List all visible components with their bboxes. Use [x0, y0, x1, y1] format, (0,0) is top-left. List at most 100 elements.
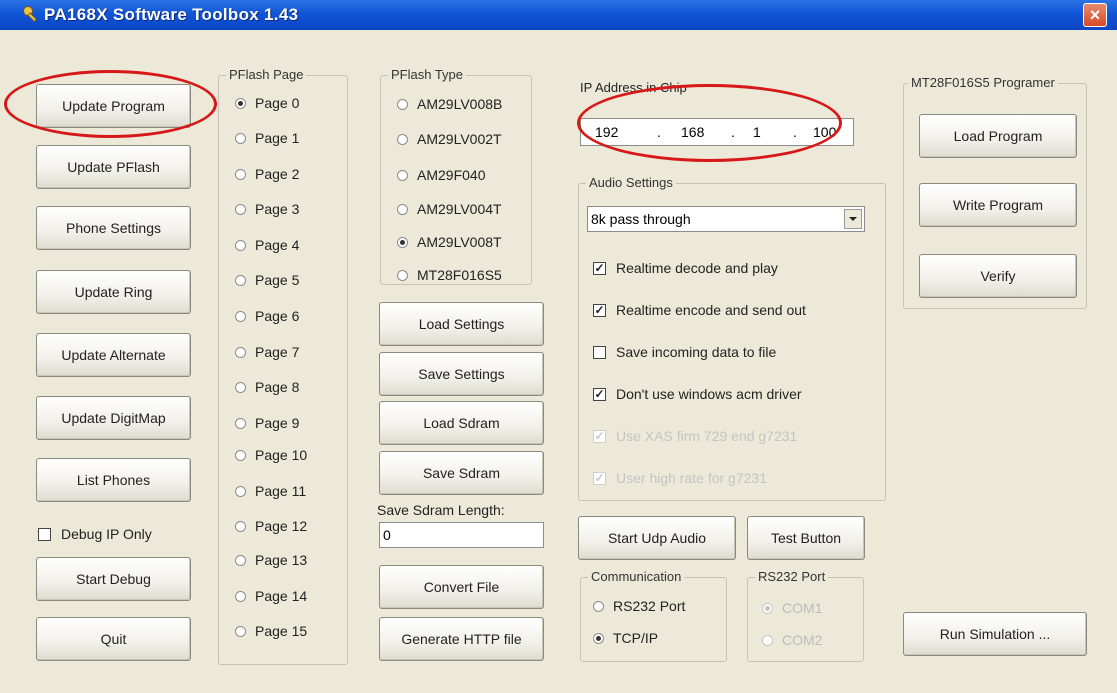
radio-dot[interactable] — [235, 625, 246, 637]
update-pflash-button[interactable]: Update PFlash — [36, 145, 191, 189]
check-icon[interactable]: ✓ — [593, 429, 606, 443]
ip-address-field[interactable]: 192 . 168 . 1 . 100 — [580, 118, 854, 146]
radio-dot[interactable] — [235, 485, 246, 497]
pflash-page-radio[interactable]: Page 10 — [235, 447, 307, 463]
pflash-type-radio[interactable]: AM29LV008B — [397, 96, 502, 112]
update-digitmap-button[interactable]: Update DigitMap — [36, 396, 191, 440]
ip-octet-1[interactable]: 192 — [595, 124, 618, 140]
com2-radio[interactable]: COM2 — [762, 632, 822, 648]
write-program-button[interactable]: Write Program — [919, 183, 1077, 227]
radio-dot[interactable] — [235, 274, 246, 286]
audio-mode-select[interactable]: 8k pass through — [587, 206, 865, 232]
radio-dot[interactable] — [235, 168, 246, 180]
pflash-page-radio[interactable]: Page 11 — [235, 483, 306, 499]
pflash-page-radio[interactable]: Page 13 — [235, 552, 307, 568]
radio-dot[interactable] — [762, 602, 773, 614]
pflash-page-radio[interactable]: Page 4 — [235, 237, 299, 253]
radio-dot[interactable] — [235, 132, 246, 144]
start-debug-button[interactable]: Start Debug — [36, 557, 191, 601]
pflash-page-radio[interactable]: Page 5 — [235, 272, 299, 288]
radio-dot[interactable] — [762, 634, 773, 646]
communication-group: Communication — [580, 569, 727, 662]
radio-dot[interactable] — [235, 381, 246, 393]
pflash-page-radio[interactable]: Page 12 — [235, 518, 307, 534]
com1-radio[interactable]: COM1 — [762, 600, 822, 616]
check-icon[interactable]: ✓ — [593, 303, 606, 317]
comm-tcpip-radio[interactable]: TCP/IP — [593, 630, 658, 646]
ip-octet-3[interactable]: 1 — [753, 124, 761, 140]
verify-button[interactable]: Verify — [919, 254, 1077, 298]
pflash-type-radio[interactable]: AM29LV008T — [397, 234, 502, 250]
update-ring-button[interactable]: Update Ring — [36, 270, 191, 314]
update-program-button[interactable]: Update Program — [36, 84, 191, 128]
pflash-type-radio[interactable]: AM29F040 — [397, 167, 485, 183]
radio-dot[interactable] — [235, 346, 246, 358]
audio-option-label: Save incoming data to file — [616, 344, 777, 360]
list-phones-button[interactable]: List Phones — [36, 458, 191, 502]
run-simulation-button[interactable]: Run Simulation ... — [903, 612, 1087, 656]
convert-file-button[interactable]: Convert File — [379, 565, 544, 609]
ip-octet-4[interactable]: 100 — [813, 124, 836, 140]
pflash-type-radio[interactable]: AM29LV002T — [397, 131, 502, 147]
radio-dot[interactable] — [593, 600, 604, 612]
chevron-down-icon[interactable] — [844, 209, 862, 229]
radio-dot[interactable] — [235, 203, 246, 215]
comm-rs232-label: RS232 Port — [613, 598, 686, 614]
load-program-button[interactable]: Load Program — [919, 114, 1077, 158]
check-icon[interactable]: ✓ — [593, 261, 606, 275]
pflash-page-radio[interactable]: Page 1 — [235, 130, 299, 146]
test-button[interactable]: Test Button — [747, 516, 865, 560]
pflash-page-radio[interactable]: Page 3 — [235, 201, 299, 217]
radio-dot[interactable] — [235, 310, 246, 322]
close-button[interactable]: × — [1083, 3, 1107, 27]
debug-ip-only-checkbox[interactable]: Debug IP Only — [38, 526, 152, 542]
load-settings-button[interactable]: Load Settings — [379, 302, 544, 346]
checkbox-box[interactable] — [38, 527, 51, 541]
audio-option-checkbox[interactable]: ✓ Use XAS firm 729 end g7231 — [593, 428, 797, 444]
comm-rs232-radio[interactable]: RS232 Port — [593, 598, 685, 614]
checkbox-box[interactable] — [593, 345, 606, 359]
radio-dot[interactable] — [397, 98, 408, 110]
quit-button[interactable]: Quit — [36, 617, 191, 661]
pflash-page-radio[interactable]: Page 8 — [235, 379, 299, 395]
pflash-page-radio[interactable]: Page 6 — [235, 308, 299, 324]
pflash-page-radio[interactable]: Page 2 — [235, 166, 299, 182]
pflash-type-radio[interactable]: AM29LV004T — [397, 201, 502, 217]
check-icon[interactable]: ✓ — [593, 387, 606, 401]
sdram-length-input[interactable]: 0 — [379, 522, 544, 548]
phone-settings-button[interactable]: Phone Settings — [36, 206, 191, 250]
pflash-page-radio[interactable]: Page 15 — [235, 623, 307, 639]
radio-dot[interactable] — [397, 169, 408, 181]
pflash-page-radio[interactable]: Page 9 — [235, 415, 299, 431]
radio-dot[interactable] — [235, 520, 246, 532]
radio-dot[interactable] — [235, 97, 246, 109]
audio-option-checkbox[interactable]: Save incoming data to file — [593, 344, 776, 360]
radio-dot[interactable] — [235, 417, 246, 429]
pflash-page-radio[interactable]: Page 14 — [235, 588, 307, 604]
radio-dot[interactable] — [593, 632, 604, 644]
audio-option-checkbox[interactable]: ✓ Realtime decode and play — [593, 260, 778, 276]
pflash-type-radio[interactable]: MT28F016S5 — [397, 267, 502, 283]
audio-option-checkbox[interactable]: ✓ User high rate for g7231 — [593, 470, 767, 486]
radio-dot[interactable] — [397, 203, 408, 215]
pflash-page-radio[interactable]: Page 7 — [235, 344, 299, 360]
radio-dot[interactable] — [397, 236, 408, 248]
sdram-length-label: Save Sdram Length: — [377, 502, 505, 518]
audio-option-checkbox[interactable]: ✓ Don't use windows acm driver — [593, 386, 802, 402]
radio-dot[interactable] — [235, 554, 246, 566]
save-settings-button[interactable]: Save Settings — [379, 352, 544, 396]
pflash-page-radio[interactable]: Page 0 — [235, 95, 299, 111]
load-sdram-button[interactable]: Load Sdram — [379, 401, 544, 445]
check-icon[interactable]: ✓ — [593, 471, 606, 485]
start-udp-audio-button[interactable]: Start Udp Audio — [578, 516, 736, 560]
audio-option-checkbox[interactable]: ✓ Realtime encode and send out — [593, 302, 806, 318]
generate-http-file-button[interactable]: Generate HTTP file — [379, 617, 544, 661]
save-sdram-button[interactable]: Save Sdram — [379, 451, 544, 495]
ip-octet-2[interactable]: 168 — [681, 124, 704, 140]
radio-dot[interactable] — [235, 449, 246, 461]
radio-dot[interactable] — [397, 269, 408, 281]
radio-dot[interactable] — [397, 133, 408, 145]
radio-dot[interactable] — [235, 239, 246, 251]
radio-dot[interactable] — [235, 590, 246, 602]
update-alternate-button[interactable]: Update Alternate — [36, 333, 191, 377]
